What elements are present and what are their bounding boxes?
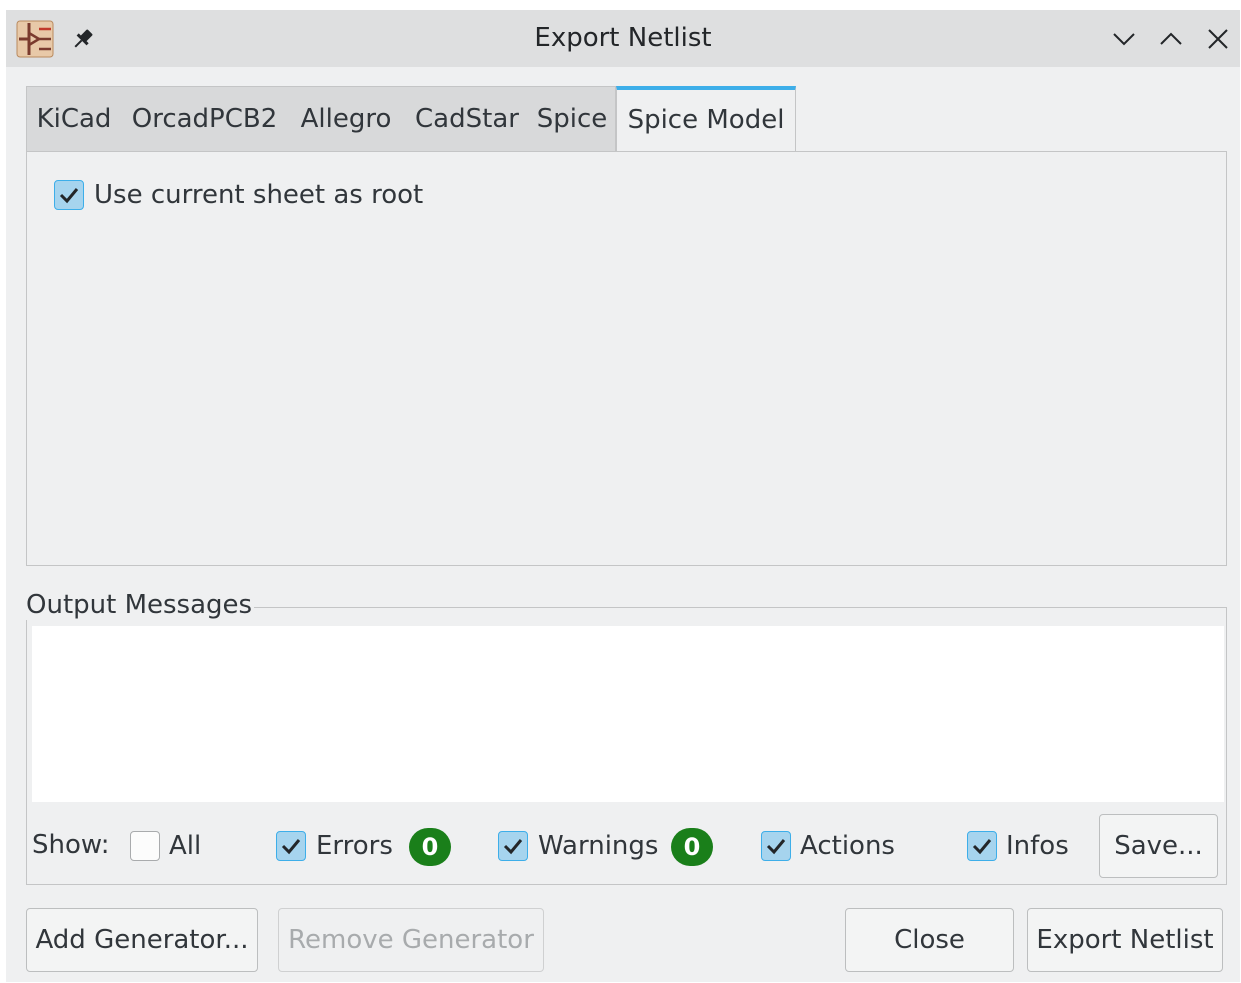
window-title: Export Netlist — [534, 23, 712, 53]
filter-actions-checkbox[interactable] — [761, 831, 791, 861]
use-current-sheet-label: Use current sheet as root — [94, 180, 424, 210]
filter-infos-label: Infos — [1006, 831, 1069, 861]
tab-cadstar[interactable]: CadStar — [408, 86, 526, 152]
tab-kicad[interactable]: KiCad — [28, 86, 120, 152]
output-messages-area[interactable] — [32, 626, 1224, 802]
filter-actions-label: Actions — [800, 831, 895, 861]
chevron-up-icon[interactable] — [1156, 24, 1186, 54]
checkmark-icon — [972, 839, 992, 855]
errors-count-badge: 0 — [409, 828, 451, 866]
filter-all-checkbox[interactable] — [130, 831, 160, 861]
filter-errors-label: Errors — [316, 831, 393, 861]
warnings-count-badge: 0 — [671, 828, 713, 866]
close-icon[interactable] — [1203, 24, 1233, 54]
show-label: Show: — [32, 830, 110, 860]
remove-generator-button[interactable]: Remove Generator — [278, 908, 544, 972]
checkmark-icon — [503, 839, 523, 855]
tab-spice[interactable]: Spice — [534, 86, 610, 152]
use-current-sheet-checkbox[interactable] — [54, 180, 84, 210]
filter-warnings-checkbox[interactable] — [498, 831, 528, 861]
tab-spice-model[interactable]: Spice Model — [616, 86, 796, 152]
export-netlist-button[interactable]: Export Netlist — [1027, 908, 1223, 972]
tab-orcadpcb2[interactable]: OrcadPCB2 — [126, 86, 283, 152]
add-generator-button[interactable]: Add Generator... — [26, 908, 258, 972]
filter-infos-checkbox[interactable] — [967, 831, 997, 861]
output-messages-title: Output Messages — [26, 590, 255, 620]
pin-icon[interactable] — [70, 26, 96, 52]
chevron-down-icon[interactable] — [1109, 24, 1139, 54]
kicad-schematic-icon — [16, 20, 54, 58]
checkmark-icon — [59, 188, 79, 204]
filter-warnings-label: Warnings — [538, 831, 659, 861]
save-messages-button[interactable]: Save... — [1099, 814, 1218, 878]
spice-model-panel — [26, 151, 1227, 566]
checkmark-icon — [766, 839, 786, 855]
title-bar: Export Netlist — [6, 10, 1240, 67]
filter-errors-checkbox[interactable] — [276, 831, 306, 861]
filter-all-label: All — [169, 831, 202, 861]
close-button[interactable]: Close — [845, 908, 1014, 972]
tab-allegro[interactable]: Allegro — [292, 86, 400, 152]
export-netlist-dialog: Export Netlist KiCad OrcadPCB2 Allegro C… — [6, 10, 1240, 982]
checkmark-icon — [281, 839, 301, 855]
